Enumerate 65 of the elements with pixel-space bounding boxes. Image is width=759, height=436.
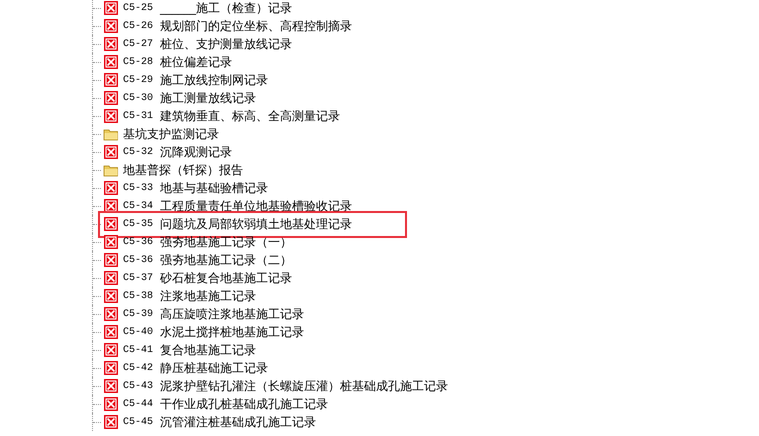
form-code: C5-38 <box>123 290 154 302</box>
error-icon <box>103 378 119 394</box>
error-icon <box>103 216 119 232</box>
tree-item-label[interactable]: 规划部门的定位坐标、高程控制摘录 <box>160 18 352 34</box>
tree-item-label[interactable]: 桩位、支护测量放线记录 <box>160 36 292 52</box>
form-code: C5-37 <box>123 272 154 284</box>
form-code: C5-45 <box>123 416 154 428</box>
tree-item-label[interactable]: 强夯地基施工记录（一） <box>160 234 292 250</box>
tree-item-label[interactable]: 地基与基础验槽记录 <box>160 180 268 196</box>
error-icon <box>103 342 119 358</box>
form-code: C5-26 <box>123 20 154 32</box>
tree-item-label[interactable]: 水泥土搅拌桩地基施工记录 <box>160 324 304 340</box>
error-icon <box>103 324 119 340</box>
tree-item-label[interactable]: 静压桩基础施工记录 <box>160 360 268 376</box>
form-code: C5-36 <box>123 236 154 248</box>
error-icon <box>103 90 119 106</box>
error-icon <box>103 234 119 250</box>
error-icon <box>103 54 119 70</box>
tree-item-label[interactable]: 基坑支护监测记录 <box>123 126 219 142</box>
tree-item-label[interactable]: 问题坑及局部软弱填土地基处理记录 <box>160 216 352 232</box>
error-icon <box>103 108 119 124</box>
form-code: C5-34 <box>123 200 154 212</box>
tree-item-label[interactable]: ______施工（检查）记录 <box>160 0 292 16</box>
form-code: C5-25 <box>123 2 154 14</box>
form-code: C5-40 <box>123 326 154 338</box>
tree-item-label[interactable]: 沉管灌注桩基础成孔施工记录 <box>160 414 316 430</box>
tree-item-label[interactable]: 地基普探（钎探）报告 <box>123 162 243 178</box>
tree-item-label[interactable]: 高压旋喷注浆地基施工记录 <box>160 306 304 322</box>
form-code: C5-28 <box>123 56 154 68</box>
form-code: C5-27 <box>123 38 154 50</box>
tree-item-label[interactable]: 强夯地基施工记录（二） <box>160 252 292 268</box>
tree-item-label[interactable]: 砂石桩复合地基施工记录 <box>160 270 292 286</box>
error-icon <box>103 144 119 160</box>
error-icon <box>103 72 119 88</box>
tree-item-label[interactable]: 施工测量放线记录 <box>160 90 256 106</box>
error-icon <box>103 180 119 196</box>
form-code: C5-35 <box>123 218 154 230</box>
error-icon <box>103 414 119 430</box>
form-code: C5-44 <box>123 398 154 410</box>
form-code: C5-41 <box>123 344 154 356</box>
form-code: C5-33 <box>123 182 154 194</box>
form-code: C5-29 <box>123 74 154 86</box>
form-code: C5-36 <box>123 254 154 266</box>
tree-item-label[interactable]: 注浆地基施工记录 <box>160 288 256 304</box>
error-icon <box>103 36 119 52</box>
error-icon <box>103 288 119 304</box>
tree-item-label[interactable]: 建筑物垂直、标高、全高测量记录 <box>160 108 340 124</box>
error-icon <box>103 360 119 376</box>
tree-item-label[interactable]: 沉降观测记录 <box>160 144 232 160</box>
error-icon <box>103 252 119 268</box>
error-icon <box>103 18 119 34</box>
form-code: C5-30 <box>123 92 154 104</box>
tree-item-label[interactable]: 复合地基施工记录 <box>160 342 256 358</box>
error-icon <box>103 306 119 322</box>
form-code: C5-39 <box>123 308 154 320</box>
tree-item-label[interactable]: 泥浆护壁钻孔灌注（长螺旋压灌）桩基础成孔施工记录 <box>160 378 448 394</box>
tree-item-label[interactable]: 桩位偏差记录 <box>160 54 232 70</box>
form-code: C5-43 <box>123 380 154 392</box>
error-icon <box>103 396 119 412</box>
form-code: C5-32 <box>123 146 154 158</box>
error-icon <box>103 270 119 286</box>
tree-item-label[interactable]: 施工放线控制网记录 <box>160 72 268 88</box>
form-code: C5-42 <box>123 362 154 374</box>
form-code: C5-31 <box>123 110 154 122</box>
tree-item-label[interactable]: 干作业成孔桩基础成孔施工记录 <box>160 396 328 412</box>
